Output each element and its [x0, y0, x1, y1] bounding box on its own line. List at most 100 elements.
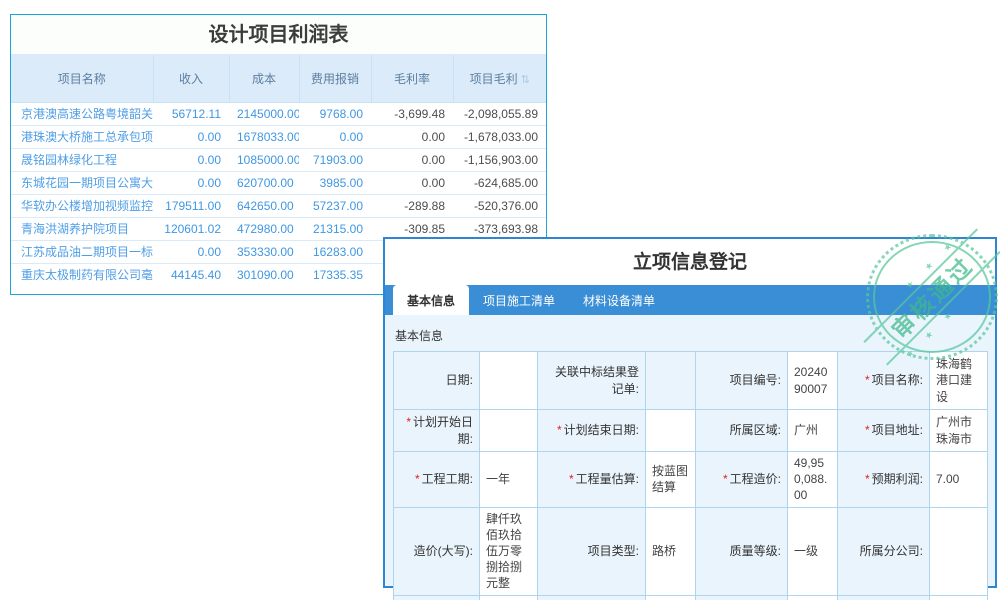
- form-row: 造价(大写): 肆仟玖佰玖拾伍万零捌拾捌元整 项目类型: 路桥 质量等级: 一级…: [394, 507, 988, 595]
- income-value: 0.00: [153, 148, 229, 171]
- profit-value: -624,685.00: [453, 171, 546, 194]
- margin-value: 0.00: [371, 125, 453, 148]
- registration-title: 立项信息登记: [385, 239, 995, 285]
- table-row: 京港澳高速公路粤境韶关至 56712.11 2145000.00 9768.00…: [11, 102, 546, 125]
- expected-profit-label: *预期利润:: [838, 452, 930, 508]
- quality-grade-field[interactable]: 一级: [788, 507, 838, 595]
- income-value: 0.00: [153, 171, 229, 194]
- table-row: 晟铭园林绿化工程 0.00 1085000.00 71903.00 0.00 -…: [11, 148, 546, 171]
- quantity-estimate-label: *工程量估算:: [538, 452, 646, 508]
- profit-value: -2,098,055.89: [453, 102, 546, 125]
- margin-value: -289.88: [371, 194, 453, 217]
- form-row: *计划开始日期: *计划结束日期: 所属区域: 广州 *项目地址: 广州市珠海市: [394, 410, 988, 452]
- cost-value: 620700.00: [229, 171, 299, 194]
- sort-icon[interactable]: ⇅: [521, 74, 530, 86]
- project-name-link[interactable]: 港珠澳大桥施工总承包项目: [11, 125, 153, 148]
- expense-value: 9768.00: [299, 102, 371, 125]
- income-value: 0.00: [153, 240, 229, 263]
- business-nature-label: 业务性质:: [538, 595, 646, 600]
- cost-value: 301090.00: [229, 263, 299, 286]
- project-number-label: 项目编号:: [696, 352, 788, 410]
- cost-value: 1085000.00: [229, 148, 299, 171]
- basic-info-section: 基本信息 日期: 关联中标结果登记单: 项目编号: 2024090007 *项目…: [385, 315, 995, 586]
- cost-value: 2145000.00: [229, 102, 299, 125]
- profit-value: -1,678,033.00: [453, 125, 546, 148]
- project-type-field[interactable]: 路桥: [646, 507, 696, 595]
- income-value: 56712.11: [153, 102, 229, 125]
- bid-result-label: 关联中标结果登记单:: [538, 352, 646, 410]
- section-title: 基本信息: [393, 321, 987, 351]
- project-type-label: 项目类型:: [538, 507, 646, 595]
- empty-label-cell: [838, 595, 930, 600]
- business-nature-select[interactable]: 请选择: [646, 595, 696, 600]
- project-name-link[interactable]: 晟铭园林绿化工程: [11, 148, 153, 171]
- project-status-value: 立项分析: [480, 595, 538, 600]
- plan-start-label: *计划开始日期:: [394, 410, 480, 452]
- cost-value: 1678033.00: [229, 125, 299, 148]
- income-value: 179511.00: [153, 194, 229, 217]
- empty-value-cell: [930, 595, 988, 600]
- project-address-label: *项目地址:: [838, 410, 930, 452]
- duration-field[interactable]: 一年: [480, 452, 538, 508]
- project-manager-label: 项目负责人:: [696, 595, 788, 600]
- tab-basic-info[interactable]: 基本信息: [393, 285, 469, 315]
- expected-profit-field[interactable]: 7.00: [930, 452, 988, 508]
- project-manager-field[interactable]: 陈丹: [788, 595, 838, 600]
- expense-value: 57237.00: [299, 194, 371, 217]
- registration-panel: 立项信息登记 基本信息 项目施工清单 材料设备清单 基本信息 日期: 关联中标结…: [383, 237, 997, 588]
- col-header-project-name: 项目名称: [11, 55, 153, 102]
- table-row: 港珠澳大桥施工总承包项目 0.00 1678033.00 0.00 0.00 -…: [11, 125, 546, 148]
- form-row: 项目状态: 立项分析 业务性质: 请选择 项目负责人: 陈丹: [394, 595, 988, 600]
- table-row: 东城花园一期项目公寓大堂 0.00 620700.00 3985.00 0.00…: [11, 171, 546, 194]
- expense-value: 21315.00: [299, 217, 371, 240]
- expense-value: 3985.00: [299, 171, 371, 194]
- income-value: 0.00: [153, 125, 229, 148]
- tab-construction-list[interactable]: 项目施工清单: [469, 285, 569, 315]
- region-field[interactable]: 广州: [788, 410, 838, 452]
- col-header-profit[interactable]: 项目毛利⇅: [453, 55, 546, 102]
- project-status-label: 项目状态:: [394, 595, 480, 600]
- cost-value: 642650.00: [229, 194, 299, 217]
- expense-value: 17335.35: [299, 263, 371, 286]
- quantity-estimate-field[interactable]: 按蓝图结算: [646, 452, 696, 508]
- branch-company-label: 所属分公司:: [838, 507, 930, 595]
- income-value: 44145.40: [153, 263, 229, 286]
- bid-result-field[interactable]: [646, 352, 696, 410]
- project-cost-field[interactable]: 49,950,088.00: [788, 452, 838, 508]
- cost-value: 353330.00: [229, 240, 299, 263]
- plan-start-field[interactable]: [480, 410, 538, 452]
- profit-table-title: 设计项目利润表: [11, 15, 546, 55]
- cost-value: 472980.00: [229, 217, 299, 240]
- project-name-link[interactable]: 江苏成品油二期项目一标段: [11, 240, 153, 263]
- duration-label: *工程工期:: [394, 452, 480, 508]
- profit-table-header-row: 项目名称 收入 成本 费用报销 毛利率 项目毛利⇅: [11, 55, 546, 102]
- project-number-value: 2024090007: [788, 352, 838, 410]
- date-field[interactable]: [480, 352, 538, 410]
- profit-value: -520,376.00: [453, 194, 546, 217]
- tab-bar: 基本信息 项目施工清单 材料设备清单: [385, 285, 995, 315]
- project-name-link[interactable]: 重庆太极制药有限公司亳州: [11, 263, 153, 286]
- project-cost-label: *工程造价:: [696, 452, 788, 508]
- expense-value: 0.00: [299, 125, 371, 148]
- registration-form-grid: 日期: 关联中标结果登记单: 项目编号: 2024090007 *项目名称: 珠…: [393, 351, 988, 600]
- margin-value: -3,699.48: [371, 102, 453, 125]
- col-header-margin: 毛利率: [371, 55, 453, 102]
- form-row: 日期: 关联中标结果登记单: 项目编号: 2024090007 *项目名称: 珠…: [394, 352, 988, 410]
- project-name-field[interactable]: 珠海鹤港口建设: [930, 352, 988, 410]
- project-name-link[interactable]: 华软办公楼增加视频监控项: [11, 194, 153, 217]
- project-name-link[interactable]: 京港澳高速公路粤境韶关至: [11, 102, 153, 125]
- col-header-cost: 成本: [229, 55, 299, 102]
- branch-company-field[interactable]: [930, 507, 988, 595]
- cost-in-words-label: 造价(大写):: [394, 507, 480, 595]
- date-label: 日期:: [394, 352, 480, 410]
- tab-materials-list[interactable]: 材料设备清单: [569, 285, 669, 315]
- project-name-label: *项目名称:: [838, 352, 930, 410]
- project-name-link[interactable]: 青海洪湖养护院项目: [11, 217, 153, 240]
- project-address-field[interactable]: 广州市珠海市: [930, 410, 988, 452]
- expense-value: 71903.00: [299, 148, 371, 171]
- project-name-link[interactable]: 东城花园一期项目公寓大堂: [11, 171, 153, 194]
- table-row: 华软办公楼增加视频监控项 179511.00 642650.00 57237.0…: [11, 194, 546, 217]
- plan-end-field[interactable]: [646, 410, 696, 452]
- plan-end-label: *计划结束日期:: [538, 410, 646, 452]
- expense-value: 16283.00: [299, 240, 371, 263]
